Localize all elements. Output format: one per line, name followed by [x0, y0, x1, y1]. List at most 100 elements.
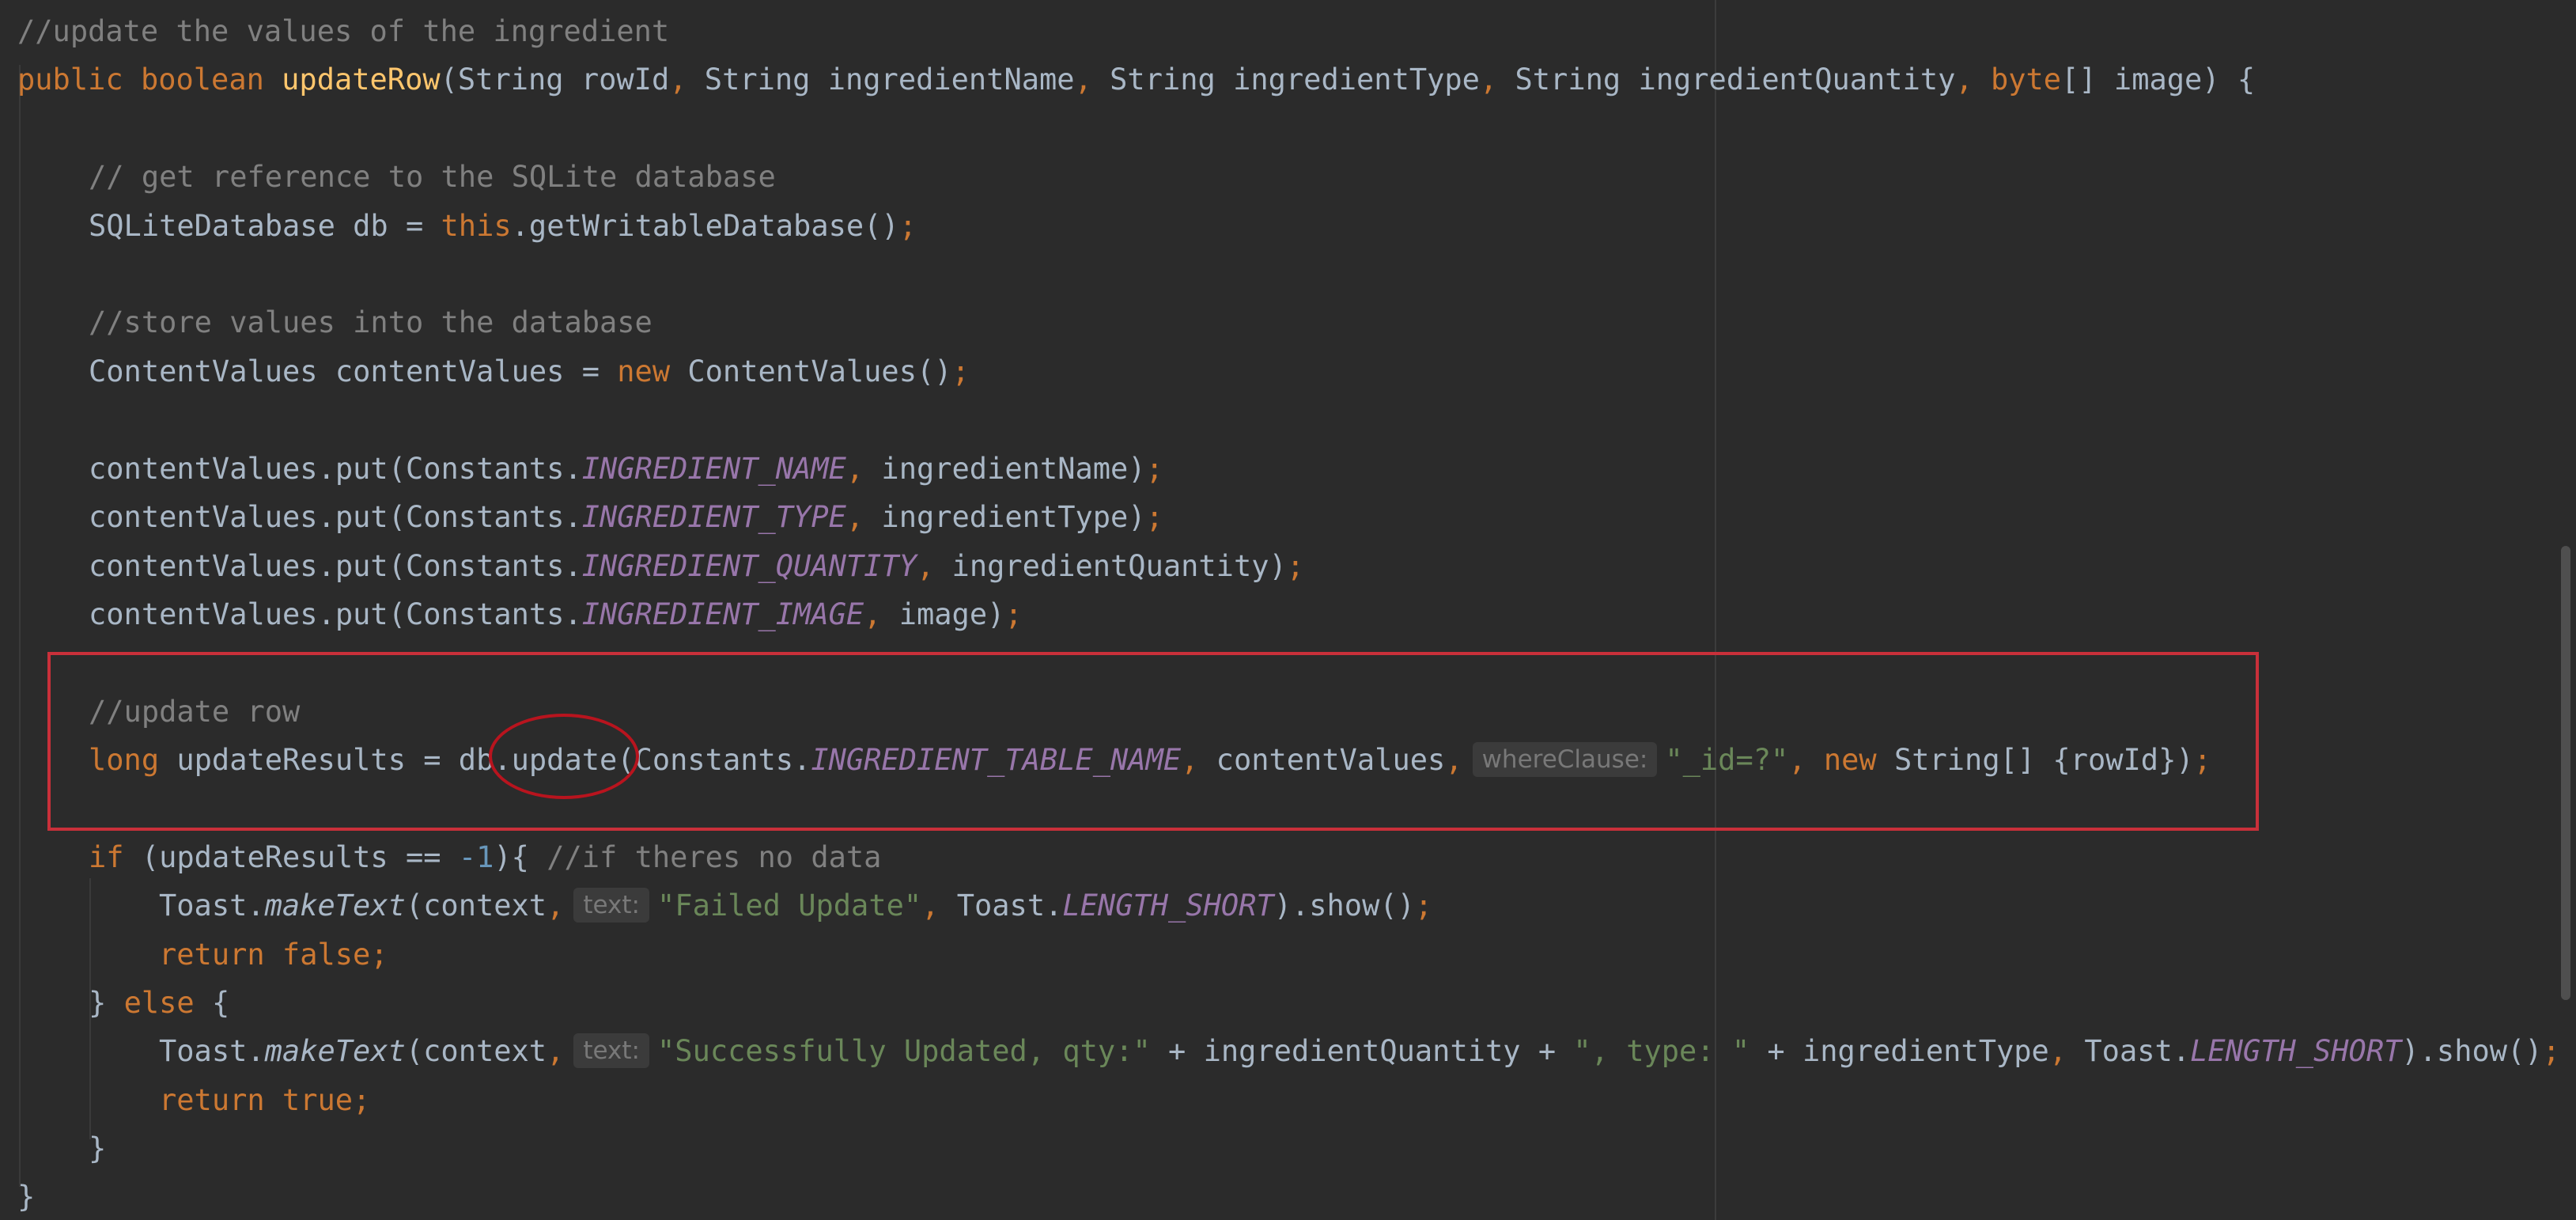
- keyword: byte: [1973, 63, 2062, 97]
- code-editor[interactable]: //update the values of the ingredient pu…: [0, 0, 2576, 1220]
- code-text: + ingredientType: [1749, 1034, 2049, 1068]
- keyword: else: [123, 986, 195, 1020]
- code-text: (String rowId: [440, 63, 670, 97]
- code-line-4: SQLiteDatabase db = this.getWritableData…: [0, 203, 917, 250]
- code-text: ingredientQuantity): [934, 549, 1287, 583]
- code-text: Toast.: [939, 888, 1063, 923]
- keyword: if: [89, 840, 124, 874]
- code-text: Toast.: [2067, 1034, 2191, 1068]
- comma: ,: [547, 1034, 565, 1068]
- code-line-2: public boolean updateRow(String rowId, S…: [0, 56, 2255, 104]
- code-line-3: // get reference to the SQLite database: [0, 153, 776, 201]
- number-literal: -1: [458, 840, 494, 874]
- code-line-15: return false;: [0, 931, 388, 979]
- code-text: contentValues.put(Constants.: [89, 500, 582, 534]
- code-text: String ingredientType: [1091, 63, 1480, 97]
- method-call: makeText: [264, 1034, 406, 1068]
- code-text: image): [881, 597, 1005, 631]
- code-text: contentValues.put(Constants.: [89, 452, 582, 486]
- vertical-scrollbar-thumb[interactable]: [2561, 546, 2570, 1000]
- comment: //if theres no data: [547, 840, 882, 874]
- code-text: ).show(): [1273, 888, 1415, 923]
- keyword: public: [17, 63, 123, 97]
- code-line-6: ContentValues contentValues = new Conten…: [0, 348, 970, 396]
- code-line-8: contentValues.put(Constants.INGREDIENT_T…: [0, 494, 1163, 541]
- code-text: String ingredientQuantity: [1497, 63, 1956, 97]
- parameter-hint: text:: [573, 888, 650, 923]
- code-text: contentValues.put(Constants.: [89, 597, 582, 631]
- constant: INGREDIENT_QUANTITY: [581, 549, 917, 583]
- constant: LENGTH_SHORT: [1062, 888, 1274, 923]
- keyword: false: [264, 938, 371, 972]
- semicolon: ;: [2542, 1034, 2560, 1068]
- code-text: ingredientName): [864, 452, 1146, 486]
- code-line-10: contentValues.put(Constants.INGREDIENT_I…: [0, 591, 1023, 638]
- code-text: (updateResults ==: [123, 840, 459, 874]
- comma: ,: [1955, 63, 1973, 97]
- keyword: new: [617, 354, 671, 388]
- code-text: [] image) {: [2061, 63, 2256, 97]
- code-line-1: //update the values of the ingredient: [0, 8, 669, 55]
- keyword: this: [441, 209, 512, 243]
- comma: ,: [2048, 1034, 2067, 1068]
- code-line-20: }: [0, 1173, 35, 1220]
- code-text: String ingredientName: [687, 63, 1075, 97]
- code-line-18: return true;: [0, 1077, 370, 1124]
- code-text: + ingredientQuantity +: [1150, 1034, 1574, 1068]
- semicolon: ;: [1414, 888, 1433, 923]
- code-text: }: [89, 986, 124, 1020]
- constant: LENGTH_SHORT: [2190, 1034, 2402, 1068]
- code-text: SQLiteDatabase db =: [89, 209, 441, 243]
- code-text: ingredientType): [864, 500, 1146, 534]
- constant: INGREDIENT_NAME: [581, 452, 846, 486]
- semicolon: ;: [1145, 452, 1163, 486]
- code-text: }: [89, 1131, 107, 1165]
- code-text: }: [17, 1180, 36, 1214]
- code-text: {: [194, 986, 230, 1020]
- comma: ,: [1479, 63, 1498, 97]
- semicolon: ;: [898, 209, 917, 243]
- comma: ,: [669, 63, 687, 97]
- constant: INGREDIENT_TYPE: [581, 500, 846, 534]
- code-text: Toast.: [159, 1034, 265, 1068]
- code-text: contentValues.put(Constants.: [89, 549, 582, 583]
- code-text: Toast.: [159, 888, 265, 923]
- keyword: return: [159, 1083, 265, 1117]
- string-literal: "Failed Update": [657, 888, 922, 923]
- method-name: updateRow: [282, 63, 441, 97]
- code-text: ContentValues(): [670, 354, 952, 388]
- comma: ,: [916, 549, 935, 583]
- code-line-14: Toast.makeText(context, text: "Failed Upda…: [0, 882, 1432, 930]
- code-line-17: Toast.makeText(context, text: "Successfull…: [0, 1028, 2560, 1075]
- highlight-annotation-box: [47, 652, 2259, 831]
- code-text: (context: [405, 1034, 547, 1068]
- semicolon: ;: [353, 1083, 371, 1117]
- parameter-hint: text:: [573, 1033, 650, 1068]
- semicolon: ;: [951, 354, 970, 388]
- comment: //store values into the database: [89, 305, 653, 339]
- code-text: ){: [494, 840, 547, 874]
- keyword: boolean: [140, 63, 264, 97]
- semicolon: ;: [1145, 500, 1163, 534]
- semicolon: ;: [1004, 597, 1023, 631]
- code-line-9: contentValues.put(Constants.INGREDIENT_Q…: [0, 543, 1304, 590]
- comma: ,: [921, 888, 940, 923]
- comment: // get reference to the SQLite database: [89, 160, 776, 194]
- comma: ,: [1074, 63, 1092, 97]
- code-line-19: }: [0, 1125, 106, 1173]
- comma: ,: [547, 888, 565, 923]
- constant: INGREDIENT_IMAGE: [581, 597, 864, 631]
- code-text: (context: [405, 888, 547, 923]
- keyword: return: [159, 938, 265, 972]
- comma: ,: [845, 500, 864, 534]
- string-literal: ", type: ": [1573, 1034, 1750, 1068]
- code-text: .getWritableDatabase(): [511, 209, 899, 243]
- semicolon: ;: [1286, 549, 1305, 583]
- comment: //update the values of the ingredient: [17, 14, 670, 48]
- circle-annotation: [489, 714, 639, 799]
- code-line-5: //store values into the database: [0, 299, 653, 347]
- method-call: makeText: [264, 888, 406, 923]
- string-literal: "Successfully Updated, qty:": [657, 1034, 1151, 1068]
- code-line-13: if (updateResults == -1){ //if theres no…: [0, 834, 881, 881]
- code-text: ContentValues contentValues =: [89, 354, 618, 388]
